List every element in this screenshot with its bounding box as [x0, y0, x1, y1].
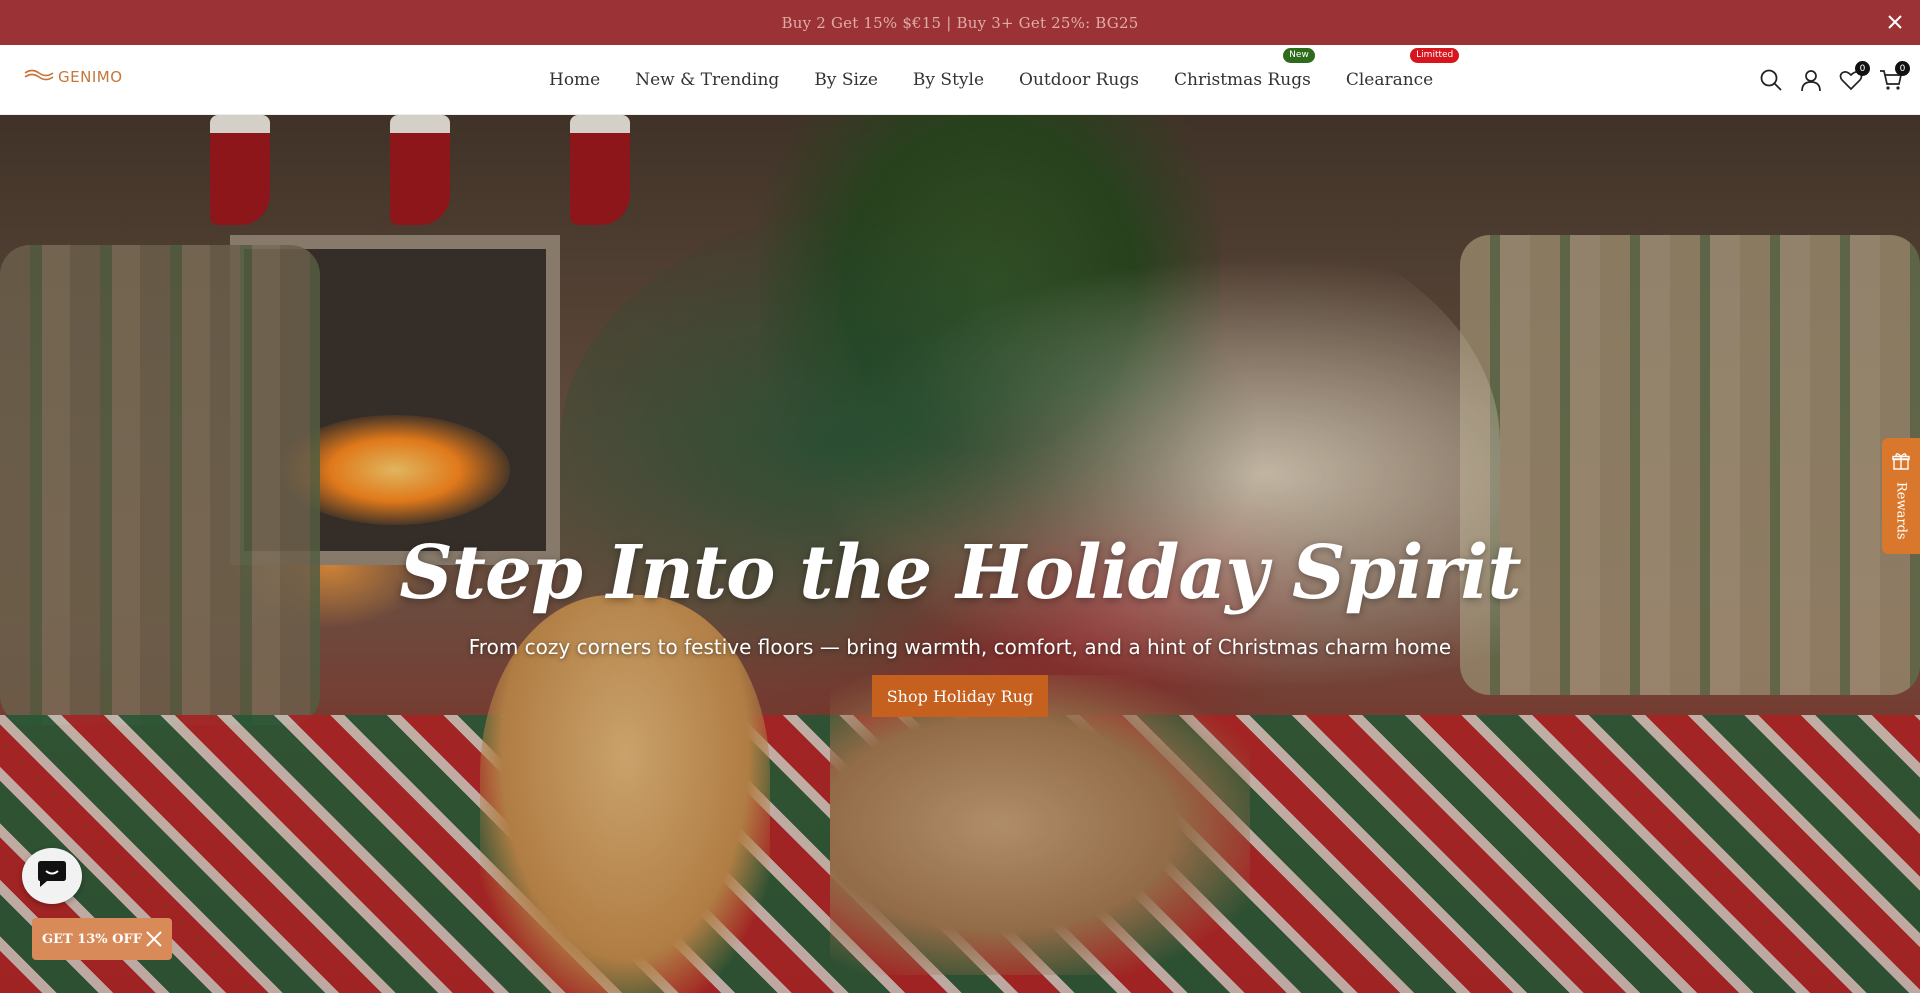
nav-item-home[interactable]: Home [549, 70, 600, 90]
hero-title: Step Into the Holiday Spirit [399, 530, 1521, 616]
close-icon[interactable] [1884, 11, 1906, 33]
hero-subtitle: From cozy corners to festive floors — br… [468, 635, 1452, 659]
chat-icon [35, 859, 69, 893]
shop-holiday-rug-button[interactable]: Shop Holiday Rug [872, 675, 1048, 717]
logo-wave-icon [24, 67, 54, 87]
announcement-bar: Buy 2 Get 15% $€15 | Buy 3+ Get 25%: BG2… [0, 0, 1920, 45]
header-icons: 0 0 [1758, 61, 1910, 93]
account-icon[interactable] [1798, 67, 1824, 93]
discount-popup[interactable]: GET 13% OFF [32, 918, 172, 960]
hero-banner: Step Into the Holiday Spirit From cozy c… [0, 115, 1920, 993]
main-nav: Home New & Trending By Size By Style Out… [549, 45, 1468, 115]
limited-badge: Limitted [1410, 48, 1460, 63]
nav-item-christmas-rugs[interactable]: Christmas Rugs New [1173, 48, 1315, 90]
rewards-tab[interactable]: Rewards [1882, 438, 1920, 554]
discount-label: GET 13% OFF [42, 931, 142, 947]
gift-icon [1892, 452, 1910, 474]
close-icon[interactable] [144, 929, 164, 949]
chat-button[interactable] [22, 848, 82, 904]
new-badge: New [1283, 48, 1315, 63]
rewards-label: Rewards [1893, 482, 1909, 540]
cart-count: 0 [1895, 61, 1910, 76]
wishlist-icon[interactable]: 0 [1838, 61, 1870, 93]
nav-item-new-trending[interactable]: New & Trending [635, 70, 779, 90]
nav-item-clearance-label: Clearance [1345, 70, 1434, 90]
site-header: GENIMO Home New & Trending By Size By St… [0, 45, 1920, 115]
wishlist-count: 0 [1855, 61, 1870, 76]
nav-item-by-size[interactable]: By Size [814, 70, 878, 90]
nav-item-outdoor-rugs[interactable]: Outdoor Rugs [1019, 70, 1139, 90]
nav-item-by-style[interactable]: By Style [913, 70, 984, 90]
logo-text: GENIMO [58, 68, 123, 86]
nav-item-christmas-rugs-label: Christmas Rugs [1173, 70, 1311, 90]
nav-item-clearance[interactable]: Clearance Limitted [1345, 48, 1460, 90]
search-icon[interactable] [1758, 67, 1784, 93]
cart-icon[interactable]: 0 [1878, 61, 1910, 93]
announcement-text: Buy 2 Get 15% $€15 | Buy 3+ Get 25%: BG2… [781, 13, 1139, 32]
logo[interactable]: GENIMO [24, 67, 123, 87]
